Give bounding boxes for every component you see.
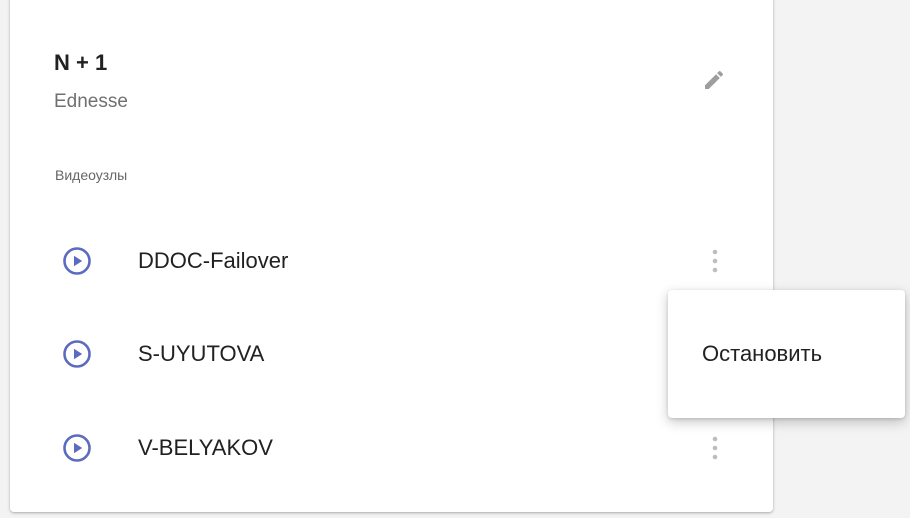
- more-vert-icon: [712, 436, 718, 460]
- group-subtitle: Ednesse: [54, 91, 128, 112]
- more-menu-button[interactable]: [703, 243, 727, 279]
- menu-item-stop[interactable]: Остановить: [668, 326, 905, 382]
- pencil-icon: [705, 70, 724, 89]
- more-menu-button[interactable]: [703, 430, 727, 466]
- node-name: S-UYUTOVA: [138, 341, 265, 366]
- play-circle-icon[interactable]: [62, 246, 92, 276]
- edit-button[interactable]: [694, 60, 734, 100]
- group-title: N + 1: [54, 50, 108, 75]
- context-menu: Остановить: [668, 290, 905, 418]
- node-name: DDOC-Failover: [138, 248, 289, 273]
- video-nodes-label: Видеоузлы: [55, 167, 128, 183]
- more-vert-icon: [712, 249, 718, 273]
- list-item: V-BELYAKOV: [10, 418, 773, 478]
- list-item: DDOC-Failover: [10, 231, 773, 291]
- play-circle-icon[interactable]: [62, 339, 92, 369]
- node-name: V-BELYAKOV: [138, 435, 273, 460]
- play-circle-icon[interactable]: [62, 433, 92, 463]
- list-item: S-UYUTOVA: [10, 324, 773, 384]
- server-group-card: N + 1 Ednesse Видеоузлы DDOC-Failover S-…: [10, 0, 773, 512]
